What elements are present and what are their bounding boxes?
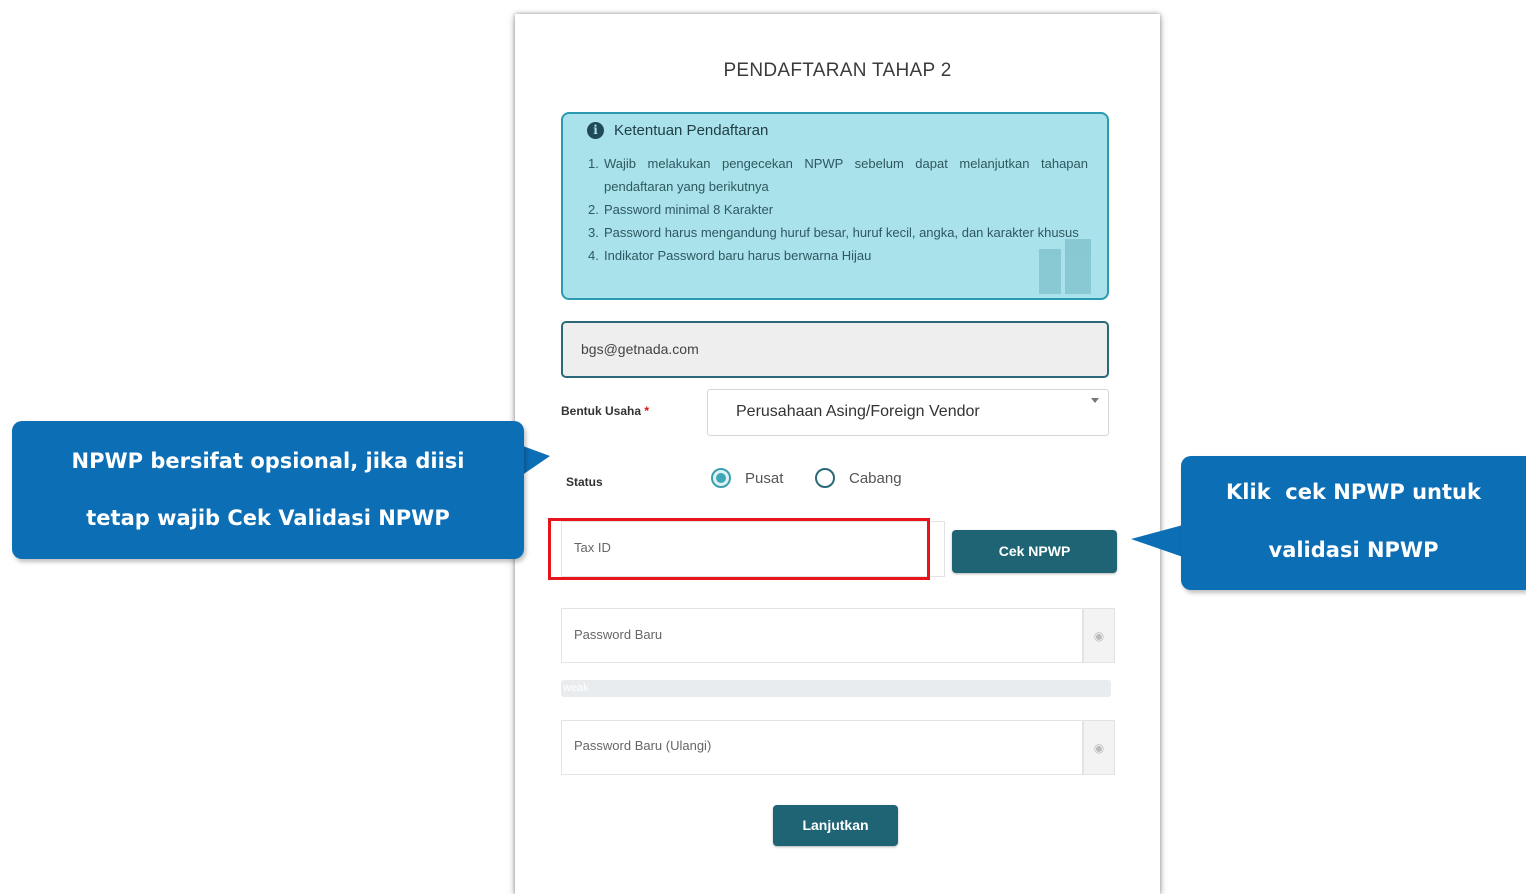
password-repeat-input[interactable]: Password Baru (Ulangi) [561,720,1083,775]
list-item: 3. Password harus mengandung huruf besar,… [588,225,1079,240]
info-list: 1. Wajib melakukan pengecekan NPWP sebelu… [588,152,1088,267]
list-item: 1. Wajib melakukan pengecekan NPWP sebelu… [588,156,1088,194]
cek-npwp-button[interactable]: Cek NPWP [952,530,1117,573]
info-heading: i Ketentuan Pendaftaran [587,122,768,139]
list-item: 2. Password minimal 8 Karakter [588,202,774,217]
status-radio-cabang[interactable]: Cabang [815,468,902,488]
password-input[interactable]: Password Baru [561,608,1083,663]
callout-left: NPWP bersifat opsional, jika diisi tetap… [12,421,524,559]
lanjutkan-button[interactable]: Lanjutkan [773,805,898,846]
radio-checked-icon [711,468,731,488]
status-radio-pusat[interactable]: Pusat [711,468,783,488]
email-field[interactable]: bgs@getnada.com [561,321,1109,378]
list-item: 4. Indikator Password baru harus berwarna… [588,248,872,263]
highlight-box [548,518,930,580]
status-label: Status [566,475,603,489]
eye-icon[interactable]: ◉ [1083,720,1115,775]
bentuk-usaha-label: Bentuk Usaha * [561,404,650,418]
eye-icon[interactable]: ◉ [1083,608,1115,663]
password-strength-meter: weak [561,680,1111,697]
info-icon: i [587,122,604,139]
info-heading-text: Ketentuan Pendaftaran [614,122,769,139]
info-box: i Ketentuan Pendaftaran 1. Wajib melakuka… [561,112,1109,300]
page-title: PENDAFTARAN TAHAP 2 [723,60,952,81]
callout-pointer [1131,525,1183,557]
callout-right: Klik cek NPWP untuk validasi NPWP [1181,456,1526,590]
chevron-down-icon [1091,398,1099,403]
bentuk-usaha-select[interactable]: Perusahaan Asing/Foreign Vendor [707,389,1109,436]
building-watermark-icon [1039,239,1091,294]
radio-unchecked-icon [815,468,835,488]
